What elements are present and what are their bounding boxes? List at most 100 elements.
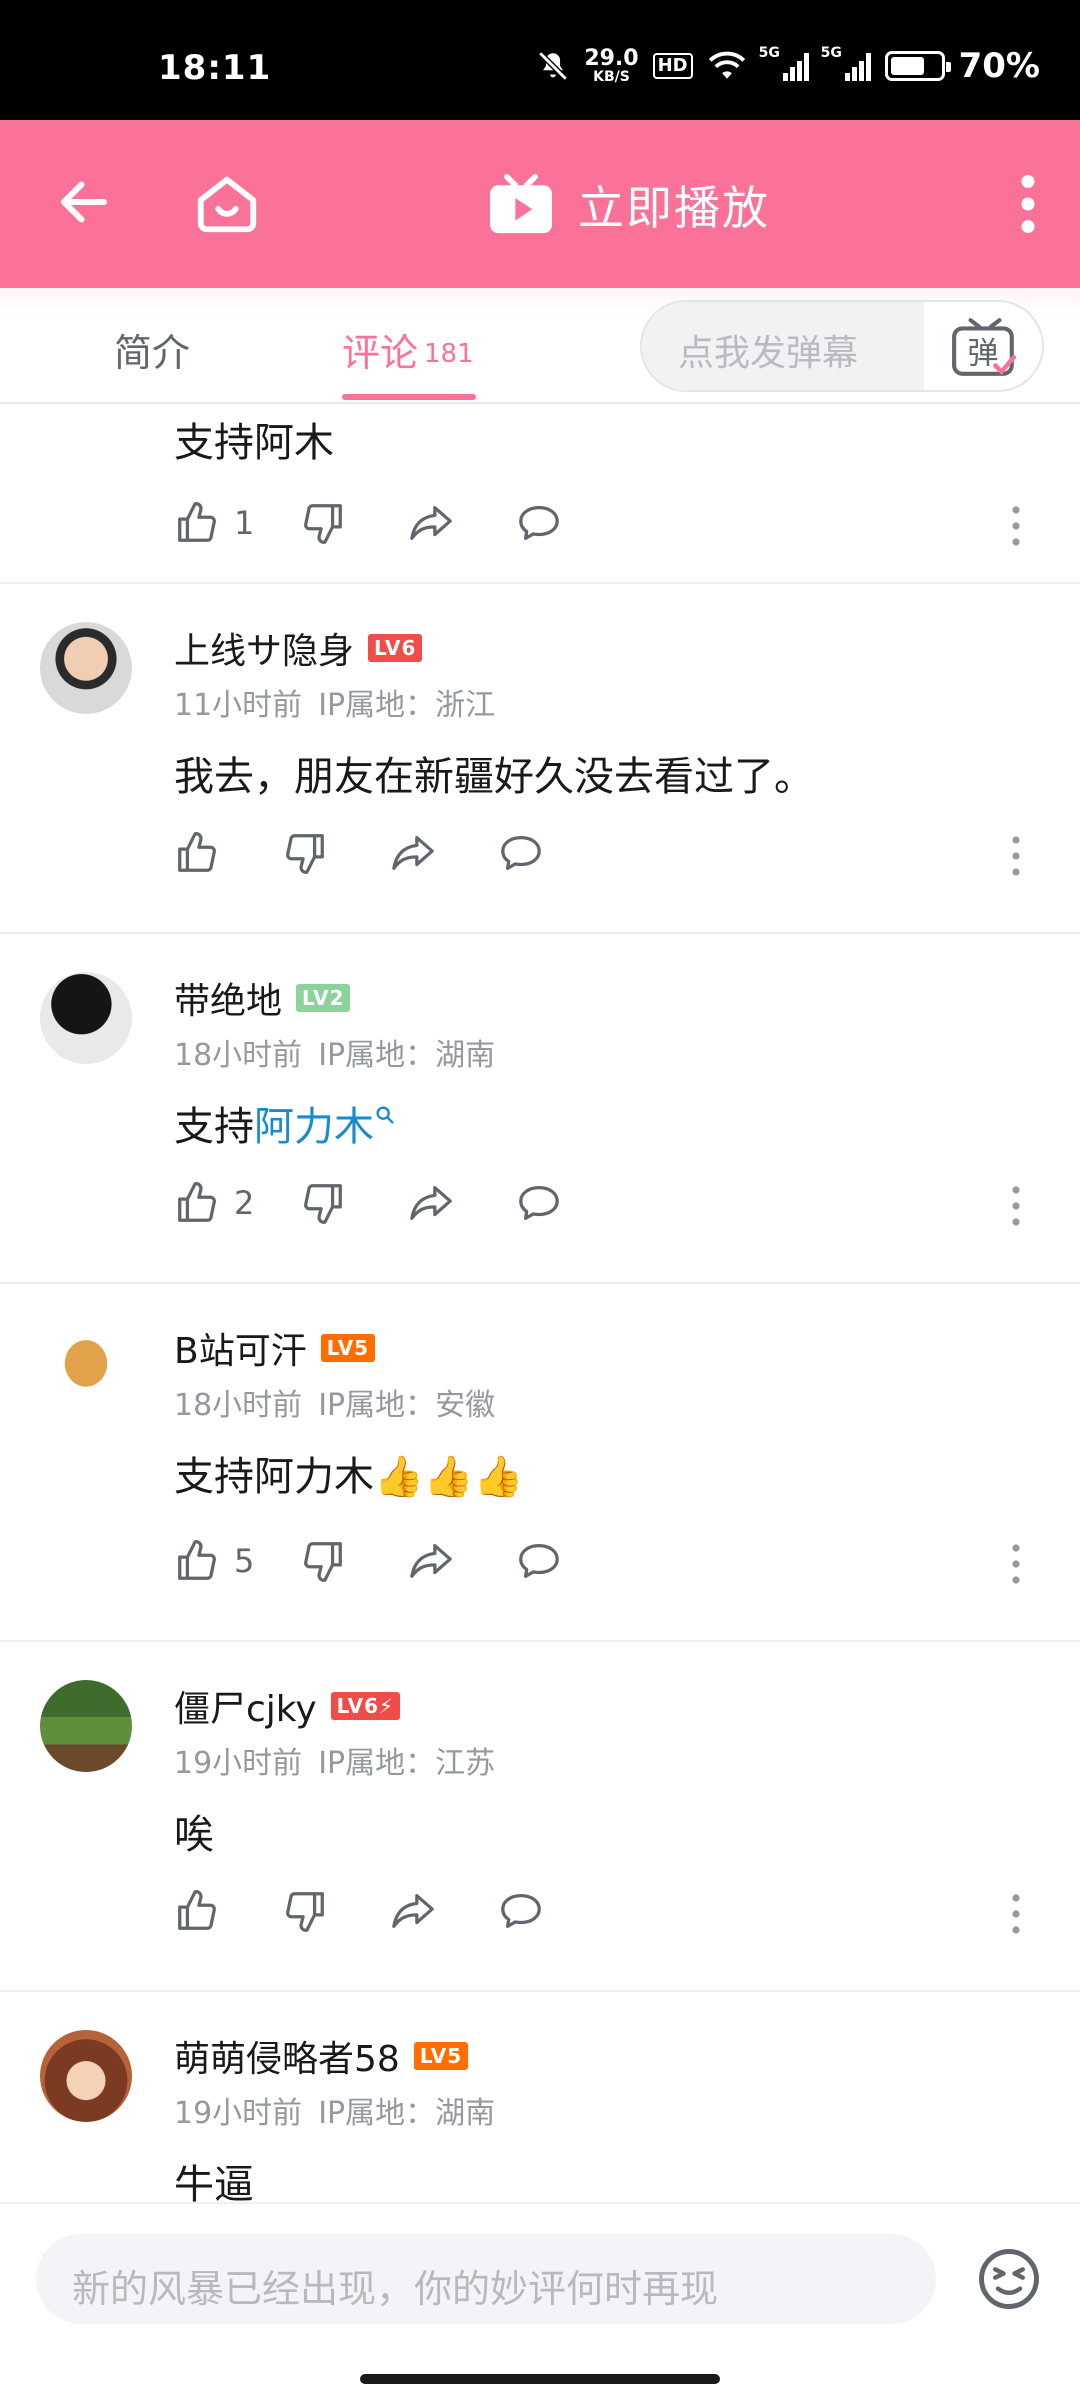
comment-username[interactable]: 带绝地 LV2 (174, 972, 351, 1024)
reply-button[interactable] (516, 500, 562, 546)
thumb-down-icon (304, 504, 343, 544)
gesture-home-bar[interactable] (360, 2374, 720, 2384)
like-button[interactable]: 2 (174, 1180, 254, 1226)
comment-more-icon[interactable] (1010, 506, 1022, 546)
search-icon (376, 1106, 394, 1124)
net-speed: 29.0 KB/S (584, 46, 639, 85)
level-badge: LV6⚡ (330, 1692, 401, 1720)
comment-more-icon[interactable] (1010, 1544, 1022, 1584)
comment-meta: 18小时前 IP属地：湖南 (174, 1038, 496, 1073)
comment-input[interactable]: 新的风暴已经出现，你的妙评何时再现 (36, 2234, 936, 2324)
comment-meta: 19小时前 IP属地：湖南 (174, 2096, 496, 2131)
reply-button[interactable] (498, 1888, 544, 1934)
thumb-up-icon (178, 832, 216, 872)
avatar[interactable] (40, 622, 132, 714)
comment-item: 支持阿木 1 (0, 406, 1080, 584)
dislike-button[interactable] (300, 500, 346, 546)
chat-bubble-icon (519, 1186, 560, 1220)
reply-button[interactable] (516, 1180, 562, 1226)
thumb-down-icon (286, 834, 324, 874)
comment-meta: 19小时前 IP属地：江苏 (174, 1746, 496, 1781)
tv-play-icon (490, 174, 552, 234)
like-button[interactable] (174, 1888, 220, 1934)
share-icon (392, 1894, 434, 1928)
like-button[interactable]: 1 (174, 500, 254, 546)
comment-actions (174, 830, 544, 876)
hd-badge: HD (652, 53, 693, 79)
comment-username[interactable]: B站可汗 LV5 (174, 1322, 376, 1374)
thumb-up-icon (178, 1890, 216, 1930)
comment-username[interactable]: 僵尸cjky LV6⚡ (174, 1680, 401, 1732)
comment-item: 带绝地 LV2 18小时前 IP属地：湖南 支持阿力木 2 (0, 934, 1080, 1284)
tab-comments[interactable]: 评论 181 (342, 322, 474, 377)
comment-item: B站可汗 LV5 18小时前 IP属地：安徽 支持阿力木👍👍👍 5 (0, 1284, 1080, 1642)
arrow-left-icon[interactable] (54, 172, 114, 232)
comment-more-icon[interactable] (1010, 1186, 1022, 1226)
comment-text: 支持阿木 (174, 420, 334, 466)
active-tab-indicator (342, 394, 476, 400)
emoji-face-icon[interactable] (976, 2246, 1042, 2312)
keyword-search-link[interactable]: 阿力木 (254, 1104, 396, 1150)
share-button[interactable] (390, 1888, 436, 1934)
share-button[interactable] (408, 500, 454, 546)
chat-bubble-icon (519, 1544, 560, 1578)
share-button[interactable] (408, 1180, 454, 1226)
comment-text: 牛逼 (174, 2162, 254, 2202)
like-button[interactable] (174, 830, 220, 876)
comment-meta: 18小时前 IP属地：安徽 (174, 1388, 496, 1423)
comment-username[interactable]: 上线サ隐身 LV6 (174, 622, 423, 674)
video-header: 立即播放 (0, 120, 1080, 288)
thumb-down-icon (286, 1892, 324, 1932)
share-icon (410, 506, 453, 540)
danmaku-input[interactable]: 点我发弹幕 弹 (640, 300, 1044, 392)
comment-text: 支持阿力木👍👍👍 (174, 1454, 524, 1500)
comment-more-icon[interactable] (1010, 1894, 1022, 1934)
wifi-icon (708, 51, 745, 79)
comment-meta: 11小时前 IP属地：浙江 (174, 688, 496, 723)
mute-icon (538, 51, 569, 81)
level-badge: LV5 (413, 2042, 469, 2070)
dislike-button[interactable] (282, 1888, 328, 1934)
dislike-button[interactable] (300, 1180, 346, 1226)
comment-list[interactable]: 支持阿木 1 上线サ隐身 LV6 11小时前 IP属地：浙江 我去，朋友在新疆好久没… (0, 406, 1080, 2202)
reply-button[interactable] (516, 1538, 562, 1584)
share-button[interactable] (408, 1538, 454, 1584)
comment-item: 上线サ隐身 LV6 11小时前 IP属地：浙江 我去，朋友在新疆好久没去看过了。 (0, 584, 1080, 934)
play-now-button[interactable]: 立即播放 (486, 172, 770, 238)
thumb-down-icon (304, 1542, 343, 1582)
share-icon (392, 836, 434, 870)
battery-icon (884, 51, 951, 81)
share-button[interactable] (390, 830, 436, 876)
more-vertical-icon[interactable] (1018, 174, 1038, 234)
comment-text: 我去，朋友在新疆好久没去看过了。 (174, 754, 814, 800)
status-bar: 18:11 29.0 KB/S HD 5G 5G 70% (0, 0, 1080, 120)
danmaku-toggle-icon[interactable]: 弹 (950, 316, 1020, 378)
chat-bubble-icon (519, 506, 560, 540)
comment-username[interactable]: 萌萌侵略者58 LV5 (174, 2030, 469, 2082)
thumb-up-icon (178, 1182, 216, 1222)
level-badge: LV2 (296, 984, 351, 1012)
comment-more-icon[interactable] (1010, 836, 1022, 876)
tab-intro[interactable]: 简介 (114, 322, 190, 377)
chat-bubble-icon (501, 836, 541, 870)
avatar[interactable] (40, 1322, 132, 1414)
dislike-button[interactable] (300, 1538, 346, 1584)
comment-item: 萌萌侵略者58 LV5 19小时前 IP属地：湖南 牛逼 (0, 1992, 1080, 2202)
comment-actions (174, 1888, 544, 1934)
like-button[interactable]: 5 (174, 1538, 254, 1584)
danmaku-placeholder[interactable]: 点我发弹幕 (642, 302, 924, 390)
avatar[interactable] (40, 972, 132, 1064)
status-time: 18:11 (158, 48, 272, 88)
share-icon (410, 1186, 453, 1220)
level-badge: LV6 (368, 634, 423, 662)
avatar[interactable] (40, 2030, 132, 2122)
thumb-up-icon (178, 502, 216, 542)
dislike-button[interactable] (282, 830, 328, 876)
play-now-label: 立即播放 (578, 181, 770, 235)
comment-input-bar: 新的风暴已经出现，你的妙评何时再现 (0, 2202, 1080, 2400)
home-icon[interactable] (192, 168, 262, 238)
avatar[interactable] (40, 1680, 132, 1772)
signal-5g-1-icon: 5G (759, 45, 809, 81)
level-badge: LV5 (320, 1334, 376, 1362)
reply-button[interactable] (498, 830, 544, 876)
